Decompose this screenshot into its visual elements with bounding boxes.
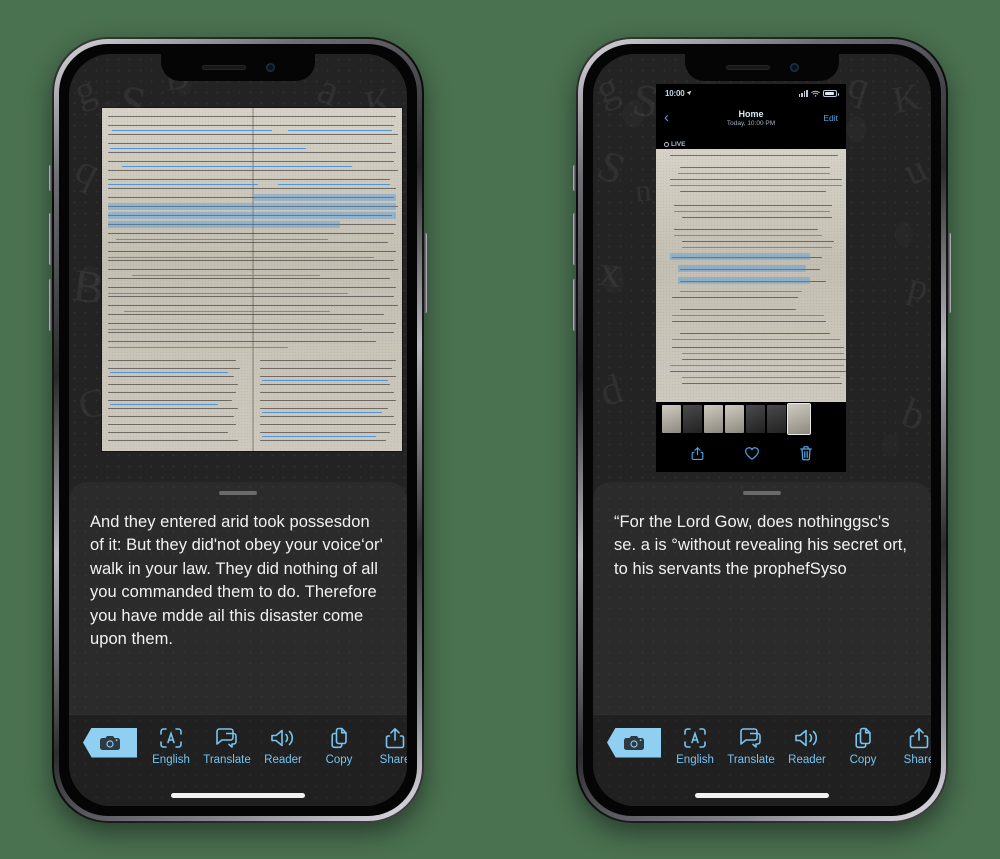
heart-icon[interactable] (744, 446, 760, 461)
toolbar-item-share-left[interactable]: Share (367, 726, 407, 766)
photo-area-right: 10:00 ‹ Home Today, 10:00 PM Edit LIVE (593, 54, 931, 484)
speaker-icon (795, 729, 818, 746)
nested-title: Home (738, 108, 764, 119)
nested-subtitle: Today, 10:00 PM (726, 119, 776, 127)
scan-text-icon (160, 727, 182, 748)
toolbar-item-english-left[interactable]: English (143, 726, 199, 766)
toolbar-item-reader-left[interactable]: Reader (255, 726, 311, 766)
volume-down-button-right[interactable] (573, 278, 576, 331)
toolbar-item-share-right[interactable]: Share (891, 726, 931, 766)
thumbnail-item[interactable] (725, 405, 744, 433)
toolbar-label-reader-right: Reader (788, 753, 826, 766)
share-icon (909, 727, 929, 748)
trash-icon[interactable] (799, 445, 813, 462)
toolbar-label-share-right: Share (903, 753, 931, 766)
power-button-right[interactable] (948, 232, 951, 313)
screen-right: g S q K S n u x p d b (593, 53, 931, 806)
live-photo-icon (664, 141, 669, 147)
translate-bubbles-icon (216, 727, 237, 748)
location-arrow-icon (687, 90, 692, 96)
thumbnail-item-selected[interactable] (787, 403, 811, 435)
volume-up-button-left[interactable] (49, 212, 52, 265)
page-text-lines (102, 108, 402, 451)
live-photo-badge[interactable]: LIVE (664, 141, 685, 148)
toolbar-label-translate-right: Translate (727, 753, 775, 766)
thumbnail-item[interactable] (767, 405, 786, 433)
home-indicator-right[interactable] (695, 792, 829, 798)
camera-capture-button-right[interactable] (607, 727, 661, 758)
toolbar-item-translate-left[interactable]: Translate (199, 726, 255, 766)
copy-pages-icon (331, 727, 347, 748)
nested-status-time: 10:00 (665, 88, 685, 98)
silent-switch-right[interactable] (573, 164, 576, 191)
copy-pages-icon (855, 727, 871, 748)
toolbar-item-english-right[interactable]: English (667, 726, 723, 766)
nested-status-time-group: 10:00 (665, 89, 692, 98)
translate-bubbles-icon (740, 727, 761, 748)
toolbar-label-reader-left: Reader (264, 753, 302, 766)
photo-area-left (69, 54, 407, 484)
thumbnail-item[interactable] (746, 405, 765, 433)
phone-right-bezel: g S q K S n u x p d b (583, 43, 941, 816)
front-camera-icon (265, 62, 275, 72)
front-camera-icon (789, 62, 799, 72)
toolbar-label-english-left: English (152, 753, 190, 766)
share-icon[interactable] (690, 445, 705, 462)
nested-status-bar: 10:00 (656, 83, 846, 103)
home-indicator-left[interactable] (171, 792, 305, 798)
nested-thumbnail-strip[interactable] (656, 401, 846, 437)
bible-page-photo-left[interactable] (102, 107, 402, 451)
battery-icon (823, 89, 839, 97)
notch-right (685, 53, 839, 81)
volume-up-button-right[interactable] (573, 212, 576, 265)
nested-action-bar (656, 436, 846, 471)
nested-status-indicators (798, 89, 839, 97)
share-icon (385, 727, 405, 748)
toolbar-item-translate-right[interactable]: Translate (723, 726, 779, 766)
camera-capture-button-left[interactable] (83, 727, 137, 758)
wifi-icon (811, 90, 820, 97)
toolbar-right: English Translate Reader Copy Shar (593, 713, 931, 806)
toolbar-label-translate-left: Translate (203, 753, 251, 766)
phone-comparison-stage: g S D a K q n B p C L (0, 0, 1000, 859)
toolbar-label-copy-right: Copy (849, 753, 877, 766)
earpiece-speaker-icon (725, 64, 770, 70)
toolbar-items-left: English Translate Reader Copy Shar (143, 726, 407, 766)
toolbar-item-copy-right[interactable]: Copy (835, 726, 891, 766)
thumbnail-item[interactable] (662, 405, 681, 433)
nested-title-group: Home Today, 10:00 PM (656, 109, 846, 127)
camera-icon (100, 735, 120, 750)
recognized-text-left[interactable]: And they entered arid took possesdon of … (69, 495, 407, 653)
live-photo-label: LIVE (671, 140, 686, 148)
recognized-text-right[interactable]: “For the Lord Gow, does nothinggsc's se.… (593, 495, 931, 582)
phone-right: g S q K S n u x p d b (573, 36, 951, 823)
nested-live-row: LIVE (656, 132, 846, 149)
toolbar-item-reader-right[interactable]: Reader (779, 726, 835, 766)
volume-down-button-left[interactable] (49, 278, 52, 331)
thumbnail-item[interactable] (683, 405, 702, 433)
toolbar-item-copy-left[interactable]: Copy (311, 726, 367, 766)
toolbar-items-right: English Translate Reader Copy Shar (667, 726, 931, 766)
nested-bible-photo[interactable] (656, 148, 846, 402)
thumbnail-item[interactable] (704, 405, 723, 433)
earpiece-speaker-icon (201, 64, 246, 70)
power-button-left[interactable] (424, 232, 427, 313)
speaker-icon (271, 729, 294, 746)
toolbar-label-copy-left: Copy (325, 753, 353, 766)
nested-photos-screenshot[interactable]: 10:00 ‹ Home Today, 10:00 PM Edit LIVE (656, 83, 846, 472)
toolbar-label-share-left: Share (379, 753, 407, 766)
toolbar-label-english-right: English (676, 753, 714, 766)
notch-left (161, 53, 315, 81)
nested-page-text-lines (656, 149, 846, 402)
phone-left: g S D a K q n B p C L (49, 36, 427, 823)
nested-nav-bar: ‹ Home Today, 10:00 PM Edit (656, 102, 846, 133)
toolbar-left: English Translate Reader Copy Shar (69, 713, 407, 806)
cellular-bars-icon (798, 89, 808, 97)
screen-left: g S D a K q n B p C L (69, 53, 407, 806)
scan-text-icon (684, 727, 706, 748)
phone-left-bezel: g S D a K q n B p C L (59, 43, 417, 816)
silent-switch-left[interactable] (49, 164, 52, 191)
camera-icon (624, 735, 644, 750)
